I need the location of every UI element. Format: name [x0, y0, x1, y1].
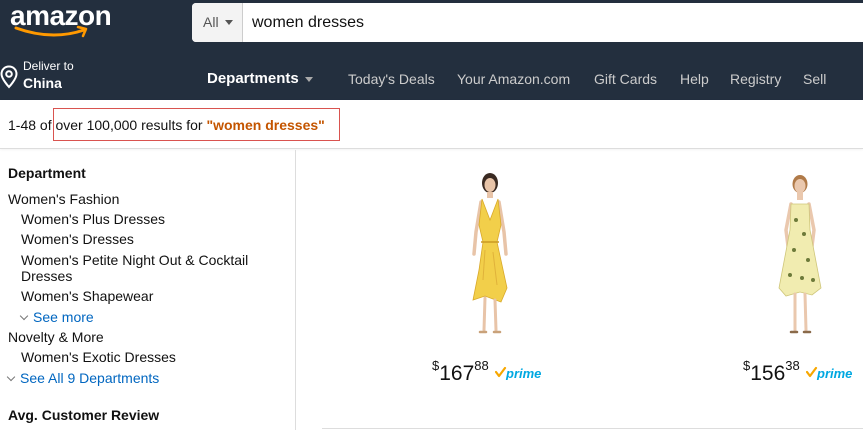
nav-link-todays-deals[interactable]: Today's Deals	[348, 71, 435, 87]
deliver-to-label: Deliver to	[23, 59, 74, 73]
nav-link-your-amazon[interactable]: Your Amazon.com	[457, 71, 570, 87]
search-department-label: All	[203, 14, 219, 30]
prime-badge-icon: prime	[495, 366, 541, 380]
see-all-departments-link[interactable]: See All 9 Departments	[6, 369, 160, 387]
nav-link-registry[interactable]: Registry	[730, 71, 781, 87]
departments-menu[interactable]: Departments	[207, 70, 313, 88]
top-header: amazon All	[0, 0, 863, 58]
search-bar: All	[192, 3, 863, 42]
deliver-location: China	[23, 75, 62, 91]
nav-link-help[interactable]: Help	[680, 71, 709, 87]
product-card: $16788 prime	[400, 160, 600, 410]
svg-text:prime: prime	[816, 366, 852, 380]
nav-link-gift-cards[interactable]: Gift Cards	[594, 71, 657, 87]
sidebar-item-womens-plus-dresses[interactable]: Women's Plus Dresses	[21, 210, 165, 228]
price-fraction: 88	[474, 358, 489, 373]
results-bar: 1-48 of over 100,000 results for "women …	[0, 100, 863, 149]
see-more-label: See more	[33, 309, 94, 325]
see-all-departments-label: See All 9 Departments	[20, 370, 160, 386]
price-fraction: 38	[785, 358, 800, 373]
chevron-down-icon	[19, 311, 29, 321]
filter-sidebar: Department Women's Fashion Women's Plus …	[0, 150, 296, 430]
location-pin-icon	[0, 65, 18, 89]
highlight-box	[53, 108, 340, 141]
search-department-select[interactable]: All	[192, 3, 243, 42]
see-more-link[interactable]: See more	[19, 308, 94, 326]
price-whole: 167	[439, 362, 475, 385]
avg-review-heading: Avg. Customer Review	[8, 407, 160, 423]
amazon-logo[interactable]: amazon	[10, 0, 120, 44]
prime-badge-icon: prime	[806, 366, 852, 380]
sidebar-item-womens-exotic-dresses[interactable]: Women's Exotic Dresses	[21, 348, 176, 366]
price-whole: 156	[750, 362, 786, 385]
sidebar-item-womens-petite-cont[interactable]: Dresses	[21, 267, 72, 285]
product-card: $15638 prime	[712, 160, 863, 410]
nav-link-sell[interactable]: Sell	[803, 71, 826, 87]
divider	[322, 428, 863, 429]
sidebar-item-novelty-more[interactable]: Novelty & More	[8, 328, 104, 346]
departments-label: Departments	[207, 70, 299, 87]
caret-down-icon	[225, 20, 233, 25]
nav-bar: Deliver to China Departments Today's Dea…	[0, 58, 863, 100]
product-image[interactable]	[455, 170, 525, 350]
sidebar-item-womens-fashion[interactable]: Women's Fashion	[8, 190, 119, 208]
svg-text:prime: prime	[505, 366, 541, 380]
search-input[interactable]	[243, 3, 863, 42]
product-price[interactable]: $16788	[432, 358, 489, 386]
product-price[interactable]: $15638	[743, 358, 800, 386]
sidebar-item-womens-shapewear[interactable]: Women's Shapewear	[21, 287, 153, 305]
product-image[interactable]	[766, 170, 836, 350]
caret-down-icon	[304, 76, 313, 82]
sidebar-item-womens-dresses[interactable]: Women's Dresses	[21, 230, 134, 248]
logo-smile-icon	[14, 25, 88, 38]
deliver-to-button[interactable]: Deliver to China	[0, 58, 110, 100]
chevron-down-icon	[6, 372, 16, 382]
department-heading: Department	[8, 165, 86, 181]
